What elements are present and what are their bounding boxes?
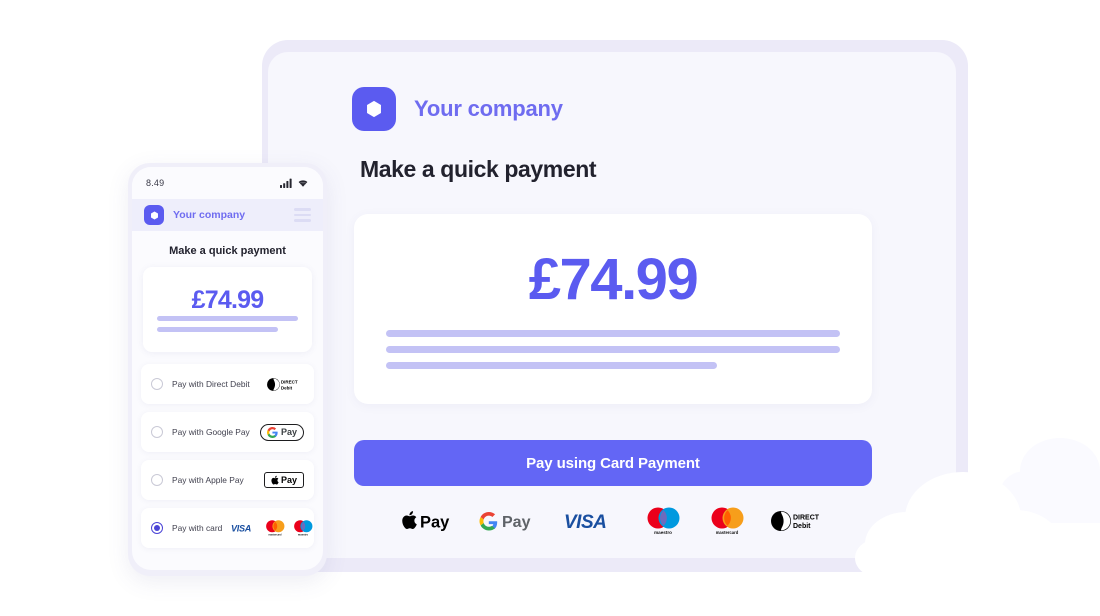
svg-text:Pay: Pay — [420, 514, 450, 532]
direct-debit-logo: DIRECT Debit — [770, 509, 824, 533]
payment-option-google-pay[interactable]: Pay with Google Pay Pay — [141, 412, 314, 452]
cellular-signal-icon — [280, 178, 292, 188]
skeleton-line — [386, 346, 840, 353]
phone-amount-card: £74.99 — [143, 267, 312, 352]
radio-card[interactable] — [151, 522, 163, 534]
mastercard-logo: mastercard — [706, 506, 748, 536]
svg-text:DIRECT: DIRECT — [281, 379, 298, 384]
cloud-far-right-icon — [1000, 415, 1100, 545]
phone-payment-options: Pay with Direct Debit DIRECT Debit Pay w… — [141, 364, 314, 548]
apple-pay-logo: Pay — [263, 472, 304, 488]
payment-option-marks: VISA mastercard maestro — [231, 519, 315, 537]
hamburger-menu-icon[interactable] — [294, 208, 311, 222]
pay-using-card-payment-button[interactable]: Pay using Card Payment — [354, 440, 872, 486]
payment-option-label: Pay with Apple Pay — [172, 475, 244, 485]
payment-option-label: Pay with Direct Debit — [172, 379, 250, 389]
svg-text:mastercard: mastercard — [716, 530, 739, 535]
phone-screen: 8.49 Your company Make a quick payment £… — [132, 167, 323, 570]
svg-text:DIRECT: DIRECT — [793, 515, 820, 522]
hexagon-logo-icon — [352, 87, 396, 131]
payment-option-marks: Pay — [263, 472, 304, 488]
desktop-amount-card: £74.99 — [354, 214, 872, 404]
radio-google-pay[interactable] — [151, 426, 163, 438]
payment-option-apple-pay[interactable]: Pay with Apple Pay Pay — [141, 460, 314, 500]
skeleton-line — [157, 316, 298, 321]
svg-text:maestro: maestro — [654, 530, 672, 535]
desktop-page-title: Make a quick payment — [360, 156, 597, 182]
desktop-amount-value: £74.99 — [528, 247, 699, 312]
payment-option-label: Pay with Google Pay — [172, 427, 250, 437]
svg-text:maestro: maestro — [298, 532, 309, 536]
svg-text:Pay: Pay — [502, 514, 531, 531]
svg-text:VISA: VISA — [231, 524, 251, 534]
desktop-checkout-content: Your company Make a quick payment £74.99… — [352, 52, 956, 558]
payment-option-label: Pay with card — [172, 523, 223, 533]
visa-logo: VISA — [231, 522, 259, 534]
status-bar-icons — [280, 178, 309, 188]
skeleton-line — [157, 327, 279, 332]
skeleton-line — [386, 330, 840, 337]
payment-option-card[interactable]: Pay with card VISA mastercard maestro — [141, 508, 314, 548]
mastercard-logo: mastercard — [263, 519, 287, 537]
desktop-skeleton-lines — [386, 330, 840, 378]
desktop-brand-row: Your company — [352, 87, 563, 131]
direct-debit-logo: DIRECT Debit — [266, 377, 304, 392]
google-pay-logo: Pay — [259, 423, 304, 441]
radio-apple-pay[interactable] — [151, 474, 163, 486]
skeleton-line — [386, 362, 718, 369]
desktop-brand-name: Your company — [414, 96, 563, 121]
phone-brand-name: Your company — [173, 209, 246, 221]
phone-skeleton-lines — [157, 316, 298, 338]
phone-status-bar: 8.49 — [132, 167, 323, 199]
payment-option-direct-debit[interactable]: Pay with Direct Debit DIRECT Debit — [141, 364, 314, 404]
illustration-stage: Your company Make a quick payment £74.99… — [0, 0, 1100, 616]
maestro-logo: maestro — [642, 506, 684, 536]
phone-amount-value: £74.99 — [191, 286, 264, 314]
visa-logo: VISA — [564, 511, 620, 531]
phone-page-title: Make a quick payment — [132, 231, 323, 267]
hexagon-logo-icon — [144, 205, 164, 225]
svg-text:mastercard: mastercard — [269, 533, 282, 536]
wifi-icon — [298, 180, 308, 187]
status-bar-time: 8.49 — [146, 178, 165, 188]
payment-option-marks: DIRECT Debit — [266, 377, 304, 392]
svg-text:VISA: VISA — [564, 512, 606, 531]
svg-text:Debit: Debit — [793, 523, 811, 530]
payment-option-marks: Pay — [259, 423, 304, 441]
maestro-logo: maestro — [291, 519, 315, 537]
svg-text:Debit: Debit — [281, 385, 293, 390]
apple-pay-logo: Pay — [402, 509, 456, 533]
radio-direct-debit[interactable] — [151, 378, 163, 390]
google-pay-logo: Pay — [478, 509, 542, 533]
accepted-payment-logos: Pay Pay VISA maestro mastercard DIRECT D… — [354, 506, 872, 536]
phone-app-header: Your company — [132, 199, 323, 231]
